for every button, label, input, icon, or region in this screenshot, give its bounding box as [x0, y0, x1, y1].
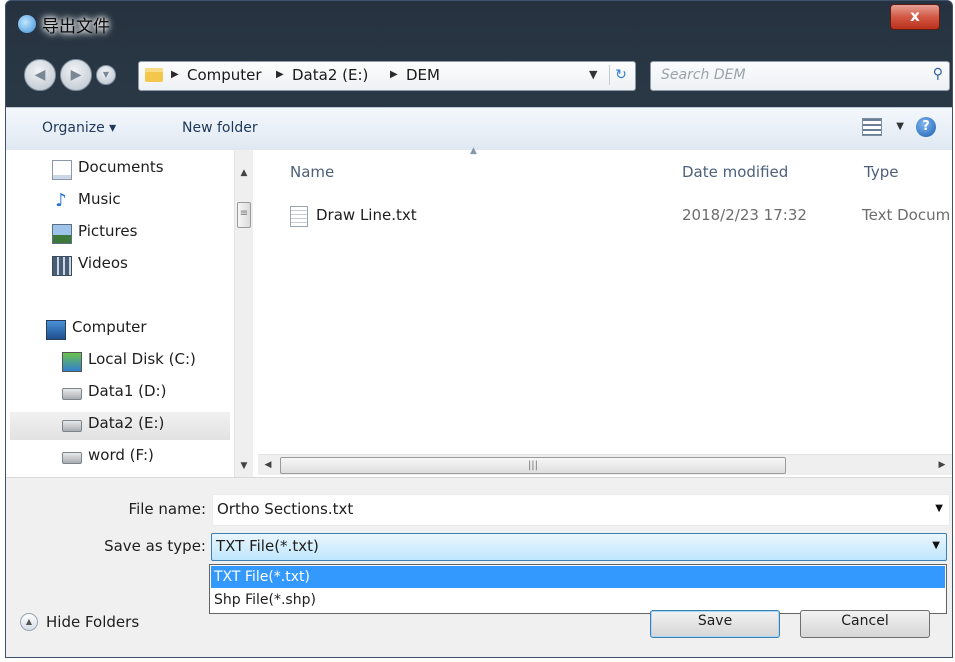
file-name-value: Ortho Sections.txt	[217, 500, 354, 518]
navigation-row: ◀ ▶ ▼ ▶ Computer ▶ Data2 (E:) ▶ DEM ▼ ↻ …	[6, 56, 952, 96]
music-icon: ♪	[55, 190, 67, 211]
videos-icon	[52, 256, 72, 276]
title-bar: 导出文件 x	[6, 1, 952, 53]
organize-button[interactable]: Organize ▾	[42, 120, 116, 136]
file-date-cell: 2018/2/23 17:32	[682, 206, 807, 224]
sidebar-item-word[interactable]: word (F:)	[62, 444, 226, 472]
file-name-field[interactable]: Ortho Sections.txt ▼	[212, 494, 950, 526]
save-as-type-value: TXT File(*.txt)	[216, 537, 319, 555]
recent-pages-icon[interactable]: ▼	[96, 65, 116, 85]
search-icon[interactable]: ⚲	[933, 66, 943, 82]
sidebar-item-label: Music	[78, 190, 121, 208]
sidebar-item-label: Data2 (E:)	[88, 414, 165, 432]
column-header-type[interactable]: Type	[864, 163, 898, 181]
new-folder-button[interactable]: New folder	[182, 120, 258, 136]
scroll-thumb[interactable]: |||	[280, 457, 786, 474]
forward-arrow-icon[interactable]: ▶	[60, 59, 92, 91]
column-header-date[interactable]: Date modified	[682, 163, 788, 181]
folder-icon	[145, 68, 163, 82]
chevron-right-icon: ▶	[171, 69, 179, 80]
back-arrow-icon[interactable]: ◀	[24, 59, 56, 91]
sidebar-item-label: Videos	[78, 254, 128, 272]
sidebar-item-data1[interactable]: Data1 (D:)	[62, 380, 226, 408]
sidebar-item-label: Data1 (D:)	[88, 382, 167, 400]
scroll-right-icon[interactable]: ▶	[934, 455, 950, 475]
breadcrumb-data2[interactable]: Data2 (E:)	[292, 66, 368, 84]
save-as-type-label: Save as type:	[104, 537, 206, 555]
horizontal-scrollbar[interactable]: ◀ ||| ▶	[258, 454, 952, 475]
sidebar-item-pictures[interactable]: Pictures	[52, 220, 222, 248]
scroll-down-icon[interactable]: ▼	[235, 457, 253, 475]
sidebar-item-music[interactable]: ♪ Music	[52, 188, 222, 216]
pictures-icon	[52, 224, 72, 244]
hide-folders-label: Hide Folders	[46, 613, 140, 631]
file-name-cell: Draw Line.txt	[316, 206, 417, 224]
close-button[interactable]: x	[890, 4, 940, 30]
sort-ascending-icon: ▲	[470, 146, 477, 156]
sidebar-item-label: Local Disk (C:)	[88, 350, 196, 368]
search-input[interactable]: Search DEM ⚲	[650, 61, 950, 91]
chevron-down-icon[interactable]: ▼	[896, 121, 904, 132]
file-name-label: File name:	[128, 500, 206, 518]
help-icon[interactable]: ?	[916, 117, 936, 137]
file-list: Name ▲ Date modified Type Draw Line.txt …	[258, 146, 952, 477]
sidebar-item-videos[interactable]: Videos	[52, 252, 222, 280]
sidebar-item-label: Documents	[78, 158, 164, 176]
drive-icon	[62, 420, 82, 432]
scroll-up-icon[interactable]: ▲	[235, 164, 253, 182]
breadcrumb-computer[interactable]: Computer	[187, 66, 262, 84]
cancel-button[interactable]: Cancel	[800, 610, 930, 638]
table-row[interactable]: Draw Line.txt 2018/2/23 17:32 Text Docum	[288, 204, 951, 230]
view-options-icon[interactable]	[862, 118, 882, 136]
save-as-type-select[interactable]: TXT File(*.txt) ▼	[211, 533, 947, 561]
command-toolbar: Organize ▾ New folder ▼ ?	[6, 107, 952, 151]
column-header-name[interactable]: Name	[290, 163, 334, 181]
save-dialog-window: 导出文件 x ◀ ▶ ▼ ▶ Computer ▶ Data2 (E:) ▶ D…	[5, 0, 953, 658]
chevron-up-icon: ▲	[20, 613, 38, 631]
computer-icon	[46, 320, 66, 340]
sidebar-item-data2[interactable]: Data2 (E:)	[10, 412, 230, 440]
file-type-dropdown-list: TXT File(*.txt) Shp File(*.shp)	[209, 564, 947, 614]
refresh-icon[interactable]: ↻	[609, 65, 632, 85]
chevron-right-icon: ▶	[276, 69, 284, 80]
sidebar-item-computer[interactable]: Computer	[46, 316, 222, 344]
save-options-panel: File name: Ortho Sections.txt ▼ Save as …	[6, 477, 952, 657]
window-title: 导出文件	[42, 17, 110, 37]
chevron-down-icon[interactable]: ▼	[932, 540, 940, 551]
sidebar-item-local-disk[interactable]: Local Disk (C:)	[62, 348, 226, 376]
file-type-option-shp[interactable]: Shp File(*.shp)	[211, 589, 945, 611]
scroll-thumb[interactable]: ≡	[237, 202, 251, 228]
sidebar-item-label: word (F:)	[88, 446, 154, 464]
breadcrumb-dem[interactable]: DEM	[406, 66, 440, 84]
drive-icon	[62, 388, 82, 400]
local-disk-icon	[62, 352, 82, 372]
documents-icon	[52, 160, 72, 180]
chevron-down-icon[interactable]: ▼	[589, 68, 597, 81]
sidebar-item-label: Pictures	[78, 222, 138, 240]
sidebar-item-label: Computer	[72, 318, 147, 336]
navigation-pane: Documents ♪ Music Pictures Videos Comput…	[6, 150, 256, 477]
drive-icon	[62, 452, 82, 464]
save-button[interactable]: Save	[650, 610, 780, 638]
sidebar-scrollbar[interactable]: ▲ ≡ ▼	[234, 150, 253, 477]
search-placeholder: Search DEM	[661, 67, 746, 83]
chevron-down-icon[interactable]: ▼	[935, 503, 943, 514]
scroll-left-icon[interactable]: ◀	[260, 455, 276, 475]
file-type-cell: Text Docum	[862, 206, 951, 224]
text-file-icon	[290, 206, 308, 227]
file-type-option-txt[interactable]: TXT File(*.txt)	[211, 566, 945, 588]
content-area: Documents ♪ Music Pictures Videos Comput…	[6, 146, 952, 477]
sidebar-item-documents[interactable]: Documents	[52, 156, 222, 184]
address-bar[interactable]: ▶ Computer ▶ Data2 (E:) ▶ DEM ▼ ↻	[138, 61, 636, 91]
app-icon	[18, 15, 36, 33]
chevron-right-icon: ▶	[390, 69, 398, 80]
